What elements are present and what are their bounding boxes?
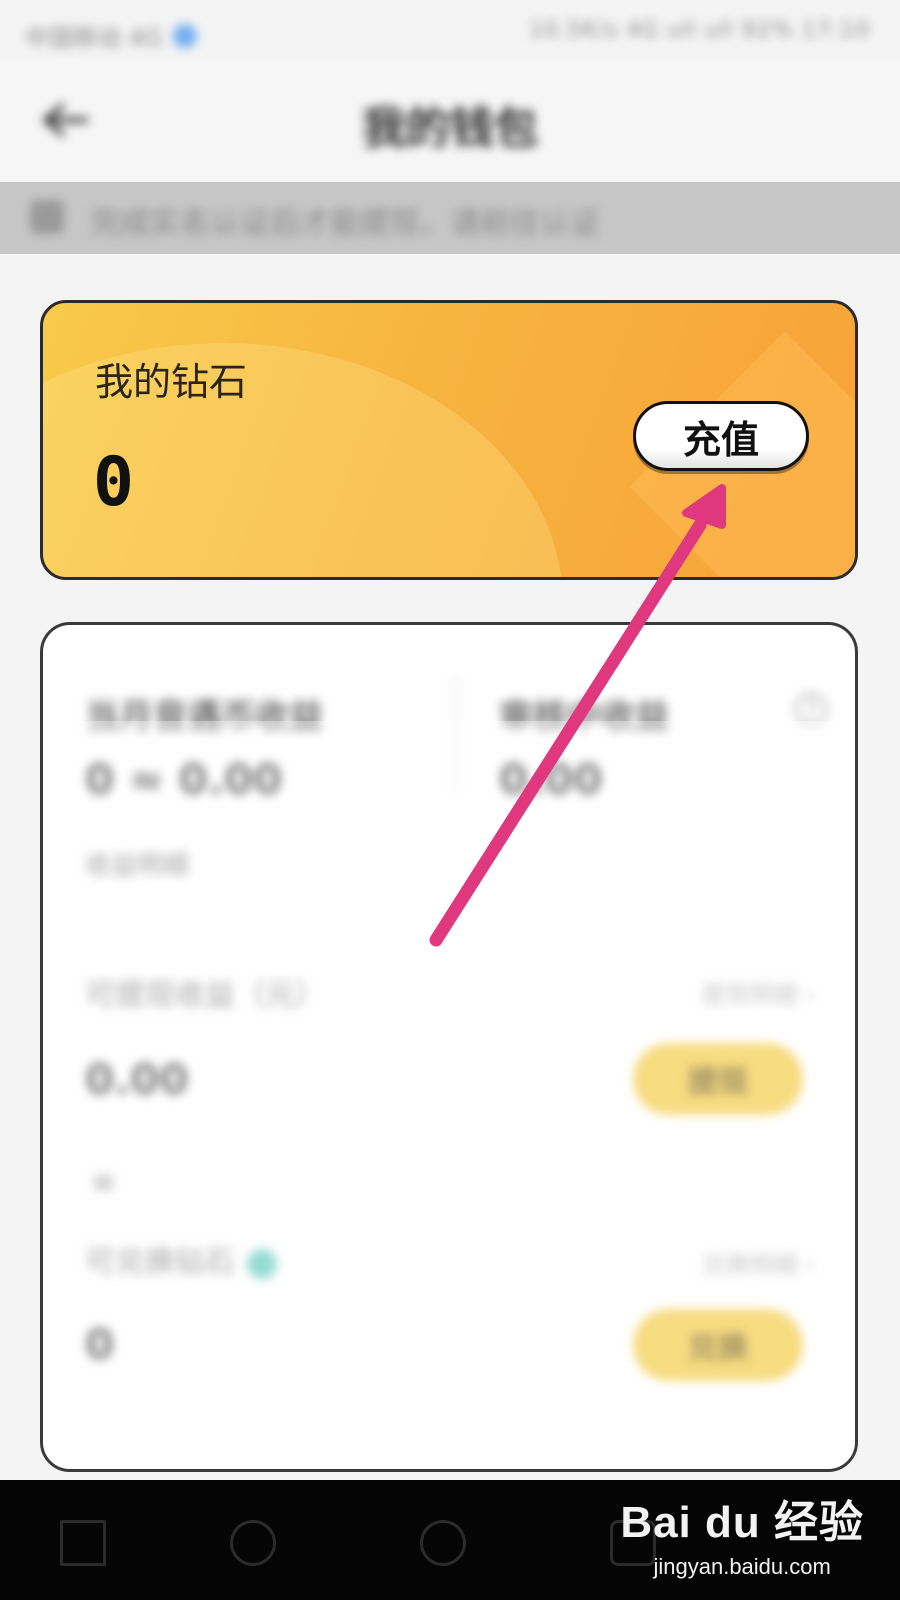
notification-icon <box>172 23 197 48</box>
diamond-balance: 0 <box>93 443 134 522</box>
watermark-url: jingyan.baidu.com <box>653 1554 831 1579</box>
carrier-text: 中国移动 4G <box>25 24 163 52</box>
diamond-title: 我的钻石 <box>95 360 248 404</box>
home-icon[interactable] <box>230 1520 276 1566</box>
status-right: 10.5K/s 4G ull ull 92% 17:10 <box>529 18 870 43</box>
speaker-icon <box>30 200 64 234</box>
status-left: 中国移动 4G <box>25 18 197 53</box>
notice-banner[interactable]: 完成实名认证后才能提现，请前往认证 <box>0 182 900 254</box>
blur-overlay <box>43 721 855 1469</box>
watermark-logo: Bai du 经验 <box>620 1498 864 1547</box>
app-bar: 我的钱包 <box>0 60 900 180</box>
earnings-card: 当月音遇币收益 审核中收益 ? 0 ≈ 0.00 0.00 收益明细 可提现收益… <box>40 622 858 1472</box>
notice-text: 完成实名认证后才能提现，请前往认证 <box>90 206 600 241</box>
page-title: 我的钱包 <box>362 103 538 154</box>
diamond-card: 我的钻石 0 充值 <box>40 300 858 580</box>
status-bar: 中国移动 4G 10.5K/s 4G ull ull 92% 17:10 <box>0 0 900 60</box>
menu-icon[interactable] <box>60 1520 106 1566</box>
recharge-button[interactable]: 充值 <box>633 401 809 471</box>
baidu-watermark: Bai du 经验 jingyan.baidu.com <box>620 1486 864 1580</box>
system-nav-bar: Bai du 经验 jingyan.baidu.com <box>0 1480 900 1600</box>
circle-icon[interactable] <box>420 1520 466 1566</box>
